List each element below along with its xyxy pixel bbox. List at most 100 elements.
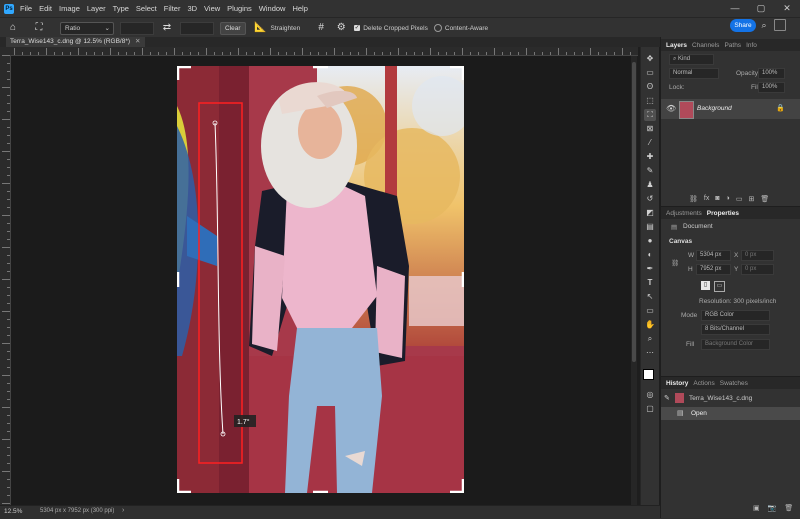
foreground-color-swatch[interactable] <box>643 369 654 380</box>
history-brush-source-icon[interactable]: ✎ <box>664 394 670 402</box>
menu-type[interactable]: Type <box>113 4 129 13</box>
new-snapshot-icon[interactable]: 📷 <box>768 504 777 512</box>
opacity-field[interactable]: 100% <box>758 68 785 79</box>
bit-depth-select[interactable]: 8 Bits/Channel <box>701 324 770 335</box>
menu-plugins[interactable]: Plugins <box>227 4 252 13</box>
new-document-from-state-icon[interactable]: ▣ <box>753 504 760 512</box>
quick-mask-icon[interactable]: ◎ <box>644 389 656 401</box>
fill-field[interactable]: 100% <box>758 82 785 93</box>
ratio-select[interactable]: Ratio ⌄ <box>60 21 114 35</box>
lasso-tool-icon[interactable]: ʘ <box>644 81 656 93</box>
zoom-level[interactable]: 12.5% <box>4 508 22 515</box>
menu-select[interactable]: Select <box>136 4 157 13</box>
menu-file[interactable]: File <box>20 4 32 13</box>
layer-row-background[interactable]: 👁 Background 🔒 <box>661 99 800 119</box>
more-tools-icon[interactable]: ⋯ <box>644 347 656 359</box>
layer-mask-icon[interactable]: ◙ <box>715 195 719 203</box>
maximize-button[interactable]: ▢ <box>748 0 774 17</box>
blur-tool-icon[interactable]: ● <box>644 235 656 247</box>
crop-tool-icon[interactable]: ⛶ <box>644 109 656 121</box>
zoom-tool-icon[interactable]: ⌕ <box>644 333 656 345</box>
tab-properties[interactable]: Properties <box>707 210 739 217</box>
layer-filter-kind[interactable]: ⌕ Kind <box>669 54 714 65</box>
close-tab-icon[interactable]: ✕ <box>135 38 140 45</box>
content-aware-checkbox[interactable] <box>433 24 442 32</box>
hand-tool-icon[interactable]: ✋ <box>644 319 656 331</box>
menu-edit[interactable]: Edit <box>39 4 52 13</box>
tab-swatches[interactable]: Swatches <box>720 380 748 387</box>
menu-filter[interactable]: Filter <box>164 4 181 13</box>
menu-help[interactable]: Help <box>292 4 307 13</box>
blend-mode-select[interactable]: Normal <box>669 68 719 79</box>
canvas-fill-select[interactable]: Background Color <box>701 339 770 350</box>
healing-brush-icon[interactable]: ✚ <box>644 151 656 163</box>
close-button[interactable]: ✕ <box>774 0 800 17</box>
menu-window[interactable]: Window <box>259 4 286 13</box>
frame-tool-icon[interactable]: ⊠ <box>644 123 656 135</box>
gear-icon[interactable]: ⚙ <box>334 21 348 35</box>
link-dimensions-icon[interactable]: ⛓ <box>671 259 679 267</box>
color-mode-select[interactable]: RGB Color <box>701 310 770 321</box>
menu-image[interactable]: Image <box>59 4 80 13</box>
menu-3d[interactable]: 3D <box>187 4 197 13</box>
ratio-height-field[interactable] <box>180 21 214 35</box>
crop-tool-preset-icon[interactable]: ⛶ <box>32 21 46 35</box>
portrait-orientation-icon[interactable]: ▯ <box>701 281 710 290</box>
dodge-tool-icon[interactable]: ◐ <box>644 249 656 261</box>
move-tool-icon[interactable]: ✥ <box>644 53 656 65</box>
home-icon[interactable]: ⌂ <box>6 21 20 35</box>
tab-adjustments[interactable]: Adjustments <box>666 210 702 217</box>
menu-layer[interactable]: Layer <box>87 4 106 13</box>
menu-view[interactable]: View <box>204 4 220 13</box>
landscape-orientation-icon[interactable]: ▭ <box>714 281 725 292</box>
straighten-icon[interactable]: 📐 <box>254 21 268 35</box>
workspace-icon[interactable] <box>774 19 786 31</box>
canvas-y-field[interactable]: 0 px <box>741 264 774 275</box>
adjustment-layer-icon[interactable]: ◑ <box>726 195 730 203</box>
tab-paths[interactable]: Paths <box>724 42 741 49</box>
gradient-tool-icon[interactable]: ▤ <box>644 221 656 233</box>
tab-info[interactable]: Info <box>746 42 757 49</box>
rectangle-tool-icon[interactable]: ▭ <box>644 305 656 317</box>
share-button[interactable]: Share <box>730 19 756 32</box>
canvas-height-field[interactable]: 7952 px <box>696 264 731 275</box>
eraser-icon[interactable]: ◩ <box>644 207 656 219</box>
tab-channels[interactable]: Channels <box>692 42 719 49</box>
type-tool-icon[interactable]: T <box>644 277 656 289</box>
pen-tool-icon[interactable]: ✒ <box>644 263 656 275</box>
vertical-scroll-thumb[interactable] <box>632 62 636 362</box>
history-snapshot[interactable]: ✎ Terra_Wise143_c.dng <box>661 391 800 405</box>
artboard-tool-icon[interactable]: ▭ <box>644 67 656 79</box>
clone-stamp-icon[interactable]: ♟ <box>644 179 656 191</box>
search-icon[interactable]: ⌕ <box>758 19 770 31</box>
link-layers-icon[interactable]: ⛓ <box>689 195 698 203</box>
group-icon[interactable]: ▭ <box>736 195 743 203</box>
document-tab[interactable]: Terra_Wise143_c.dng @ 12.5% (RGB/8*) ✕ <box>6 37 145 47</box>
new-layer-icon[interactable]: ⊞ <box>748 195 754 203</box>
visibility-eye-icon[interactable]: 👁 <box>666 104 676 113</box>
ratio-width-field[interactable] <box>120 21 154 35</box>
path-selection-icon[interactable]: ↖ <box>644 291 656 303</box>
status-chevron-icon[interactable]: › <box>122 507 124 514</box>
delete-cropped-checkbox[interactable]: ✓ <box>354 25 361 31</box>
tab-history[interactable]: History <box>666 380 688 387</box>
trash-icon[interactable]: 🗑 <box>760 195 769 203</box>
tab-actions[interactable]: Actions <box>693 380 714 387</box>
clear-button[interactable]: Clear <box>220 21 246 35</box>
history-state-open[interactable]: ▤ Open <box>661 407 800 420</box>
ruler-tick <box>414 52 415 55</box>
history-brush-icon[interactable]: ↺ <box>644 193 656 205</box>
overlay-grid-icon[interactable]: # <box>314 21 328 35</box>
canvas-width-field[interactable]: 5304 px <box>696 250 731 261</box>
eyedropper-icon[interactable]: ⁄ <box>644 137 656 149</box>
delete-state-icon[interactable]: 🗑 <box>784 504 793 512</box>
document-canvas[interactable]: 1.7° <box>177 66 464 493</box>
swap-icon[interactable]: ⇄ <box>160 21 174 35</box>
screen-mode-icon[interactable]: ▢ <box>644 403 656 415</box>
canvas-x-field[interactable]: 0 px <box>741 250 774 261</box>
fx-icon[interactable]: fx <box>704 195 709 203</box>
brush-tool-icon[interactable]: ✎ <box>644 165 656 177</box>
object-selection-icon[interactable]: ⬚ <box>644 95 656 107</box>
minimize-button[interactable]: — <box>722 0 748 17</box>
tab-layers[interactable]: Layers <box>666 42 687 49</box>
